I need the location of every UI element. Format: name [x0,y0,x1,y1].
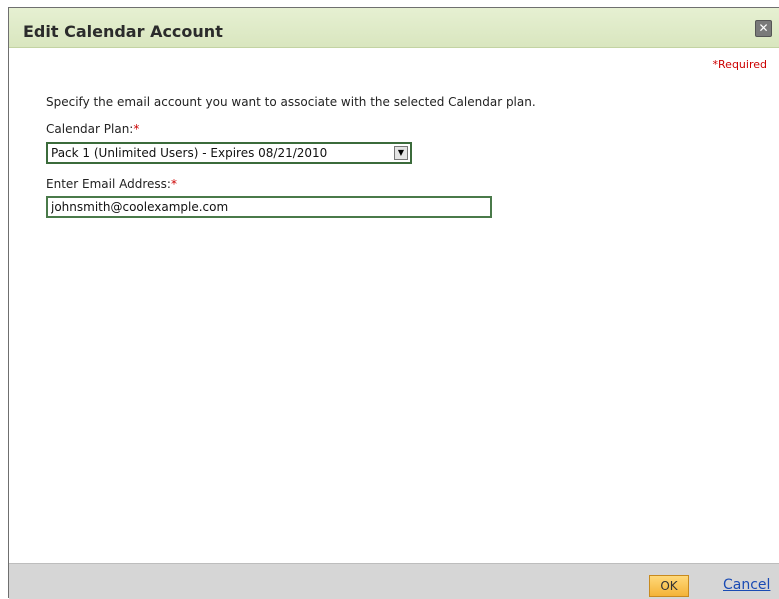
required-note: *Required [712,58,767,71]
calendar-plan-label: Calendar Plan:* [46,122,139,136]
calendar-plan-selected-value: Pack 1 (Unlimited Users) - Expires 08/21… [51,146,328,160]
email-field[interactable] [46,196,492,218]
email-address-label: Enter Email Address:* [46,177,177,191]
instructions-text: Specify the email account you want to as… [46,95,536,109]
cancel-link[interactable]: Cancel [723,577,770,593]
ok-button[interactable]: OK [649,575,689,597]
dialog-title: Edit Calendar Account [23,22,223,41]
calendar-plan-select[interactable]: Pack 1 (Unlimited Users) - Expires 08/21… [46,142,412,164]
required-asterisk: * [170,177,177,191]
dialog-titlebar: Edit Calendar Account ✕ [9,8,779,48]
email-address-label-text: Enter Email Address: [46,177,171,191]
chevron-down-icon[interactable]: ▼ [394,146,408,160]
close-icon[interactable]: ✕ [755,20,772,37]
calendar-plan-label-text: Calendar Plan: [46,122,134,136]
dialog-footer: OK Cancel [9,563,779,599]
edit-calendar-account-dialog: Edit Calendar Account ✕ *Required Specif… [8,7,779,599]
required-asterisk: * [133,122,140,136]
